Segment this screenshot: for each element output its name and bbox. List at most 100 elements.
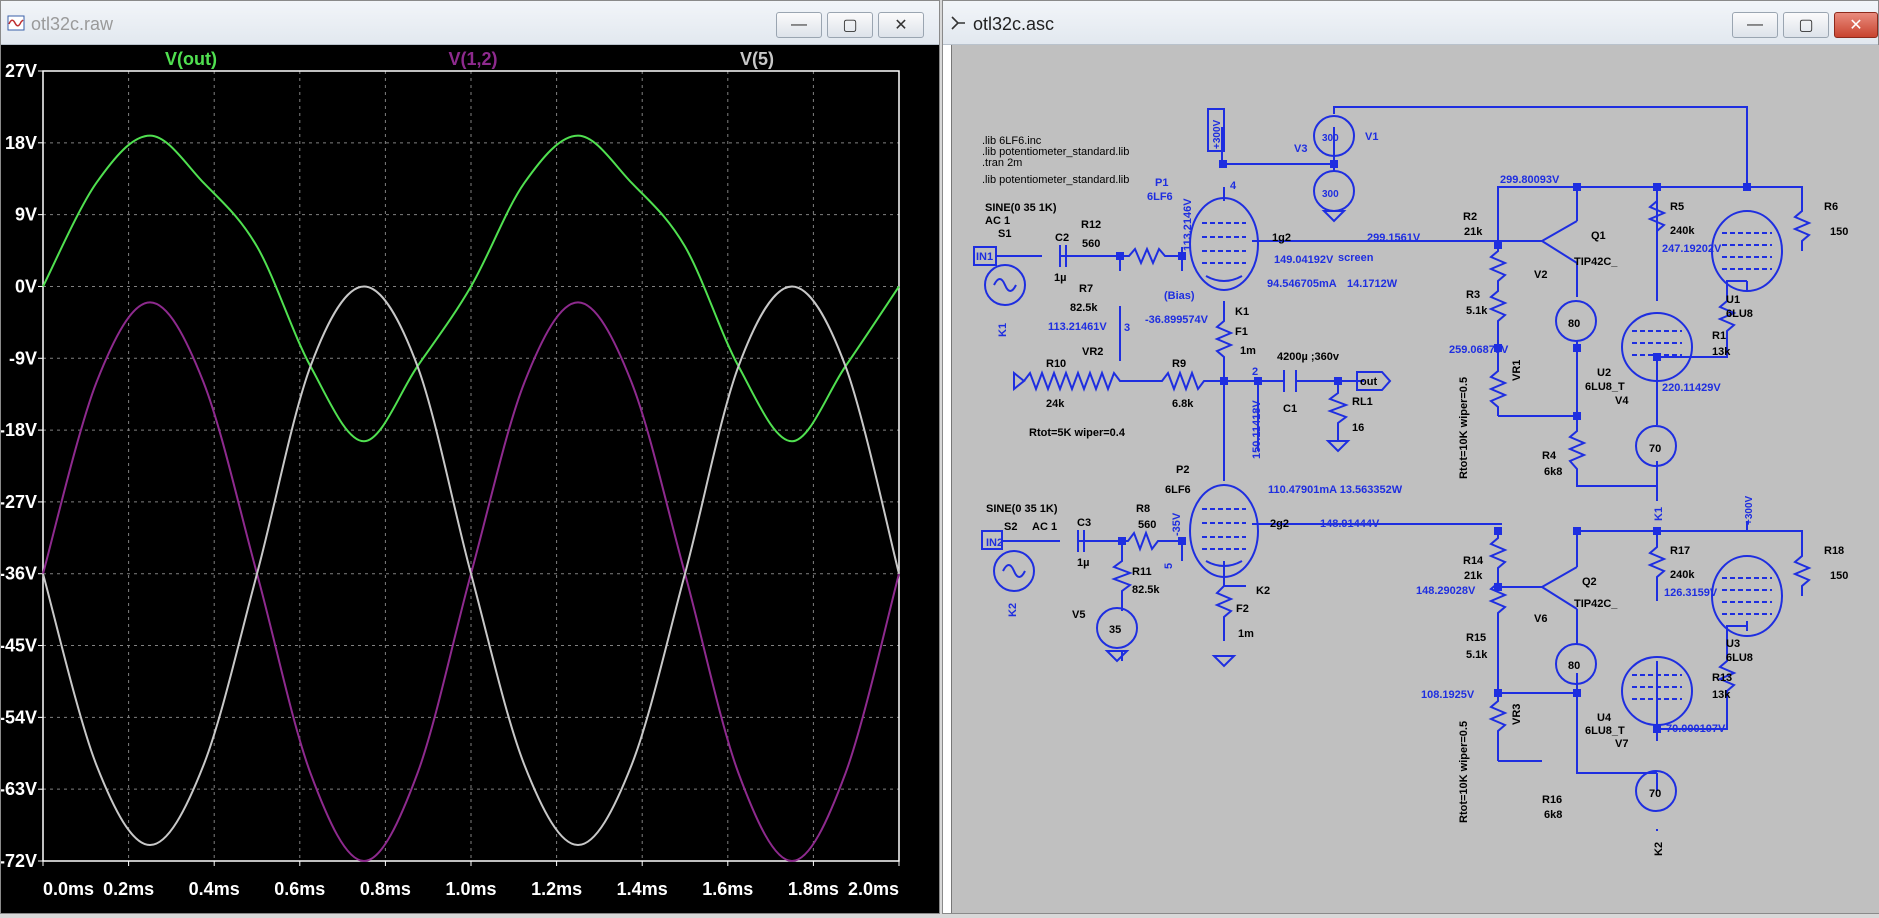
- waveform-chart[interactable]: 0.0ms 0.2ms 0.4ms 0.6ms 0.8ms 1.0ms 1.2ms 1.4ms…: [0, 45, 939, 913]
- label-c3[interactable]: C3: [1077, 517, 1091, 529]
- x-tick-label: 0.6ms: [274, 879, 325, 899]
- label-s2[interactable]: S2: [1004, 521, 1017, 533]
- label-rtot10k-a: Rtot=10K wiper=0.5: [1458, 377, 1470, 479]
- label-r5[interactable]: R5: [1670, 201, 1684, 213]
- waveform-plot-area[interactable]: 0.0ms 0.2ms 0.4ms 0.6ms 0.8ms 1.0ms 1.2ms 1.4ms…: [0, 45, 939, 913]
- label-v3[interactable]: V3: [1294, 143, 1307, 155]
- node-3: 3: [1124, 322, 1130, 334]
- flag-plus300[interactable]: +300V: [1212, 119, 1223, 149]
- label-rl1[interactable]: RL1: [1352, 396, 1373, 408]
- series-legend-label[interactable]: V(1,2): [448, 49, 497, 69]
- label-2g2: 2g2: [1270, 518, 1289, 530]
- directive-tran[interactable]: .tran 2m: [982, 157, 1022, 169]
- schematic-canvas[interactable]: .lib 6LF6.inc .lib potentiometer_standar…: [951, 45, 1879, 913]
- spice-directives[interactable]: .lib 6LF6.inc .lib potentiometer_standar…: [982, 135, 1129, 186]
- flag-in2[interactable]: IN2: [986, 537, 1003, 549]
- maximize-button[interactable]: ▢: [827, 12, 873, 38]
- label-p2[interactable]: P2: [1176, 464, 1189, 476]
- flag-k2-left[interactable]: K2: [1007, 603, 1019, 617]
- label-r1[interactable]: R1: [1712, 330, 1726, 342]
- capacitor-c1[interactable]: [1283, 370, 1297, 392]
- flag-plus300-right[interactable]: +300V: [1744, 495, 1755, 525]
- label-f2-value: 1m: [1238, 628, 1254, 640]
- label-r6[interactable]: R6: [1824, 201, 1838, 213]
- label-r2[interactable]: R2: [1463, 211, 1477, 223]
- y-tick-label: 0V: [15, 276, 37, 296]
- label-v5[interactable]: V5: [1072, 609, 1085, 621]
- x-tick-label: 1.8ms: [788, 879, 839, 899]
- label-u3[interactable]: U3: [1726, 638, 1740, 650]
- label-r7[interactable]: R7: [1079, 283, 1093, 295]
- label-r8[interactable]: R8: [1136, 503, 1150, 515]
- label-rl1-value: 16: [1352, 422, 1364, 434]
- label-r9-value: 6.8k: [1172, 398, 1194, 410]
- label-u2[interactable]: U2: [1597, 367, 1611, 379]
- close-button[interactable]: ✕: [1834, 12, 1878, 38]
- schematic-titlebar[interactable]: otl32c.asc — ▢ ✕: [943, 1, 1878, 45]
- label-u4[interactable]: U4: [1597, 712, 1612, 724]
- label-c1[interactable]: C1: [1283, 403, 1297, 415]
- label-f2[interactable]: F2: [1236, 603, 1249, 615]
- label-r10[interactable]: R10: [1046, 358, 1066, 370]
- x-tick-label: 0.0ms: [43, 879, 94, 899]
- label-r17[interactable]: R17: [1670, 545, 1690, 557]
- series-line-V(5)[interactable]: [42, 285, 900, 847]
- minimize-button[interactable]: —: [1732, 12, 1778, 38]
- label-s1[interactable]: S1: [998, 228, 1011, 240]
- label-vr1[interactable]: VR1: [1511, 360, 1523, 381]
- minimize-button[interactable]: —: [776, 12, 822, 38]
- series-legend-label[interactable]: V(5): [740, 49, 774, 69]
- label-r7-value: 82.5k: [1070, 302, 1098, 314]
- flag-k1-right[interactable]: K1: [1653, 507, 1665, 521]
- label-p1[interactable]: P1: [1155, 177, 1168, 189]
- label-r15[interactable]: R15: [1466, 632, 1486, 644]
- flag-k1-left[interactable]: K1: [997, 323, 1009, 337]
- readout-108: 108.1925V: [1421, 689, 1475, 701]
- tube-u1[interactable]: [1711, 210, 1783, 292]
- label-v2[interactable]: V2: [1534, 269, 1547, 281]
- flag-out[interactable]: out: [1360, 376, 1377, 388]
- label-vr3[interactable]: VR3: [1511, 704, 1523, 725]
- waveform-titlebar[interactable]: otl32c.raw — ▢ ✕: [1, 1, 939, 45]
- tube-p1[interactable]: [1189, 197, 1259, 291]
- label-v6[interactable]: V6: [1534, 613, 1547, 625]
- label-f1[interactable]: F1: [1235, 326, 1248, 338]
- label-q2[interactable]: Q2: [1582, 576, 1597, 588]
- label-r17-value: 240k: [1670, 569, 1695, 581]
- readout-247: 247.19202V: [1662, 243, 1722, 255]
- label-r18[interactable]: R18: [1824, 545, 1844, 557]
- label-r9[interactable]: R9: [1172, 358, 1186, 370]
- label-k2: K2: [1256, 585, 1270, 597]
- directive-lib-pot-2[interactable]: .lib potentiometer_standard.lib: [982, 174, 1129, 186]
- schematic-drawing[interactable]: .lib 6LF6.inc .lib potentiometer_standar…: [952, 45, 1879, 913]
- close-button[interactable]: ✕: [878, 12, 924, 38]
- label-v5-value: 35: [1109, 624, 1121, 636]
- readout-110ma: 110.47901mA 13.563352W: [1268, 484, 1403, 496]
- readout-14w: 14.1712W: [1347, 278, 1398, 290]
- label-u1[interactable]: U1: [1726, 294, 1740, 306]
- label-r12[interactable]: R12: [1081, 219, 1101, 231]
- node-4: 4: [1230, 180, 1237, 192]
- label-screen: screen: [1338, 252, 1374, 264]
- flag-in1[interactable]: IN1: [976, 251, 993, 263]
- label-v7[interactable]: V7: [1615, 738, 1628, 750]
- label-q1[interactable]: Q1: [1591, 230, 1606, 242]
- label-r3[interactable]: R3: [1466, 289, 1480, 301]
- maximize-button[interactable]: ▢: [1783, 12, 1829, 38]
- schematic-window-title: otl32c.asc: [973, 14, 1055, 34]
- label-r11[interactable]: R11: [1132, 566, 1152, 578]
- series-legend-label[interactable]: V(out): [165, 49, 217, 69]
- y-tick-label: -9V: [9, 348, 37, 368]
- flag-k2-right[interactable]: K2: [1653, 842, 1665, 856]
- readout-299-80: 299.80093V: [1500, 174, 1560, 186]
- label-v1[interactable]: V1: [1365, 131, 1378, 143]
- label-r4[interactable]: R4: [1542, 450, 1557, 462]
- label-u2-model: 6LU8_T: [1585, 381, 1625, 393]
- label-r1-value: 13k: [1712, 346, 1731, 358]
- label-c2[interactable]: C2: [1055, 232, 1069, 244]
- label-v4[interactable]: V4: [1615, 395, 1629, 407]
- label-r14[interactable]: R14: [1463, 555, 1484, 567]
- label-r13[interactable]: R13: [1712, 672, 1732, 684]
- label-r16[interactable]: R16: [1542, 794, 1562, 806]
- label-vr2[interactable]: VR2: [1082, 346, 1103, 358]
